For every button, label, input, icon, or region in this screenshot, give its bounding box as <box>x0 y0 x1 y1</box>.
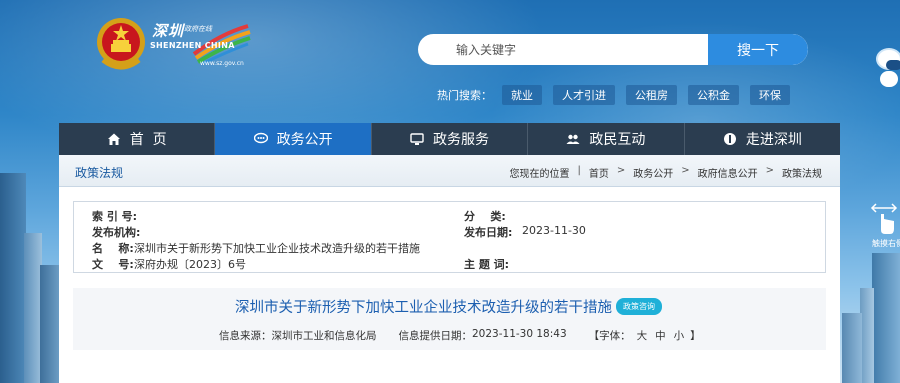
main-nav: 首 页 政务公开 政务服务 政民互动 走进深圳 <box>59 123 840 155</box>
breadcrumb-location-label: 您现在的位置 <box>509 169 570 180</box>
meta-row: 发布机构: 发布日期: 2023-11-30 <box>74 224 827 240</box>
logo-tagline: 政府在线 <box>184 25 212 33</box>
meta-row: 名 称: 深圳市关于新形势下加快工业企业技术改造升级的若干措施 <box>74 240 827 256</box>
nav-home-label: 首 页 <box>129 132 167 148</box>
logo-english: SHENZHEN CHINA <box>150 41 235 50</box>
hot-search-label: 热门搜索： <box>437 89 492 102</box>
article-title: 深圳市关于新形势下加快工业企业技术改造升级的若干措施 <box>235 300 612 316</box>
document-metadata: 索 引 号: 分 类: 发布机构: 发布日期: 2023-11-30 名 称: … <box>73 201 826 273</box>
search-button[interactable]: 搜一下 <box>708 34 808 65</box>
section-title: 政策法规 <box>75 166 124 180</box>
breadcrumb-item-info-disclosure[interactable]: 政府信息公开 <box>698 165 758 180</box>
nav-interaction-label: 政民互动 <box>589 132 646 148</box>
hot-tag-jobs[interactable]: 就业 <box>502 85 542 105</box>
logo-url: www.sz.gov.cn <box>200 60 244 67</box>
doc-no-value: 深府办规〔2023〕6号 <box>134 258 246 271</box>
map-pin-icon <box>723 133 736 145</box>
breadcrumb-item-policies[interactable]: 政策法规 <box>782 165 822 180</box>
logo-chinese: 深圳 <box>152 22 185 40</box>
assistant-robot-icon[interactable] <box>872 44 900 90</box>
font-size-label: 【字体： <box>588 330 631 342</box>
national-emblem-icon <box>97 18 145 70</box>
article-header: 深圳市关于新形势下加快工业企业技术改造升级的若干措施 政策咨询 信息来源： 深圳… <box>73 288 826 350</box>
nav-interaction[interactable]: 政民互动 <box>528 123 685 155</box>
chat-icon <box>253 132 268 144</box>
skyline-building <box>40 265 60 383</box>
category-label: 分 类: <box>464 210 506 223</box>
policy-consult-badge[interactable]: 政策咨询 <box>616 298 662 315</box>
breadcrumb-separator: | <box>577 165 581 176</box>
nav-services[interactable]: 政务服务 <box>372 123 529 155</box>
people-icon <box>566 134 580 144</box>
hand-pointer-icon <box>870 203 898 234</box>
site-logo[interactable]: 深圳 政府在线 SHENZHEN CHINA www.sz.gov.cn <box>150 20 251 74</box>
publish-date-label: 发布日期: <box>464 226 513 239</box>
breadcrumb-bar: 政策法规 您现在的位置 | 首页 > 政务公开 > 政府信息公开 > 政策法规 <box>59 155 840 187</box>
meta-row: 索 引 号: 分 类: <box>74 208 827 224</box>
breadcrumb-item-government-affairs[interactable]: 政务公开 <box>633 165 673 180</box>
doc-no-label: 文 号: <box>92 258 134 271</box>
nav-services-label: 政务服务 <box>433 132 490 148</box>
skyline-building <box>842 313 862 383</box>
source-label: 信息来源： <box>219 330 272 342</box>
hot-tag-public-housing[interactable]: 公租房 <box>626 85 677 105</box>
subject-label: 主 题 词: <box>464 258 510 271</box>
breadcrumb-separator: > <box>616 165 626 176</box>
home-icon <box>107 133 120 145</box>
date-value: 2023-11-30 18:43 <box>472 328 567 340</box>
publish-date-value: 2023-11-30 <box>522 224 586 237</box>
hot-tag-talent[interactable]: 人才引进 <box>553 85 615 105</box>
search-input[interactable] <box>418 34 718 65</box>
font-size-medium[interactable]: 中 <box>655 328 666 343</box>
source-value: 深圳市工业和信息化局 <box>271 330 377 342</box>
font-size-small[interactable]: 小 <box>674 328 685 343</box>
breadcrumb-item-home[interactable]: 首页 <box>589 165 609 180</box>
side-touch-hint[interactable]: 触摸右侧 <box>870 196 900 252</box>
nav-about-shenzhen[interactable]: 走进深圳 <box>685 123 840 155</box>
breadcrumb-separator: > <box>765 165 774 176</box>
name-label: 名 称: <box>92 242 134 255</box>
breadcrumb-separator: > <box>681 165 690 176</box>
nav-government-affairs[interactable]: 政务公开 <box>215 123 372 155</box>
skyline-building <box>872 253 900 383</box>
publisher-label: 发布机构: <box>92 226 141 239</box>
name-value: 深圳市关于新形势下加快工业企业技术改造升级的若干措施 <box>134 242 420 255</box>
meta-row: 文 号: 深府办规〔2023〕6号 主 题 词: <box>74 256 827 272</box>
content-panel: 政策法规 您现在的位置 | 首页 > 政务公开 > 政府信息公开 > 政策法规 … <box>59 155 840 383</box>
search-bar: 搜一下 <box>418 34 808 65</box>
date-label: 信息提供日期： <box>398 330 473 342</box>
font-size-close: 】 <box>690 330 701 342</box>
breadcrumb: 您现在的位置 | 首页 > 政务公开 > 政府信息公开 > 政策法规 <box>501 165 822 180</box>
monitor-icon <box>410 133 424 145</box>
font-size-large[interactable]: 大 <box>637 328 648 343</box>
skyline-building <box>860 288 874 383</box>
nav-about-shenzhen-label: 走进深圳 <box>745 132 802 148</box>
hot-tag-housing-fund[interactable]: 公积金 <box>688 85 739 105</box>
hot-tag-environment[interactable]: 环保 <box>750 85 790 105</box>
article-info: 信息来源： 深圳市工业和信息化局 信息提供日期： 2023-11-30 18:4… <box>219 328 701 343</box>
hot-search: 热门搜索： 就业 人才引进 公租房 公积金 环保 <box>437 85 801 105</box>
index-no-label: 索 引 号: <box>92 210 138 223</box>
nav-home[interactable]: 首 页 <box>59 123 216 155</box>
skyline-building <box>0 173 26 383</box>
side-hint-text: 触摸右侧 <box>872 239 900 248</box>
nav-government-affairs-label: 政务公开 <box>276 132 333 148</box>
